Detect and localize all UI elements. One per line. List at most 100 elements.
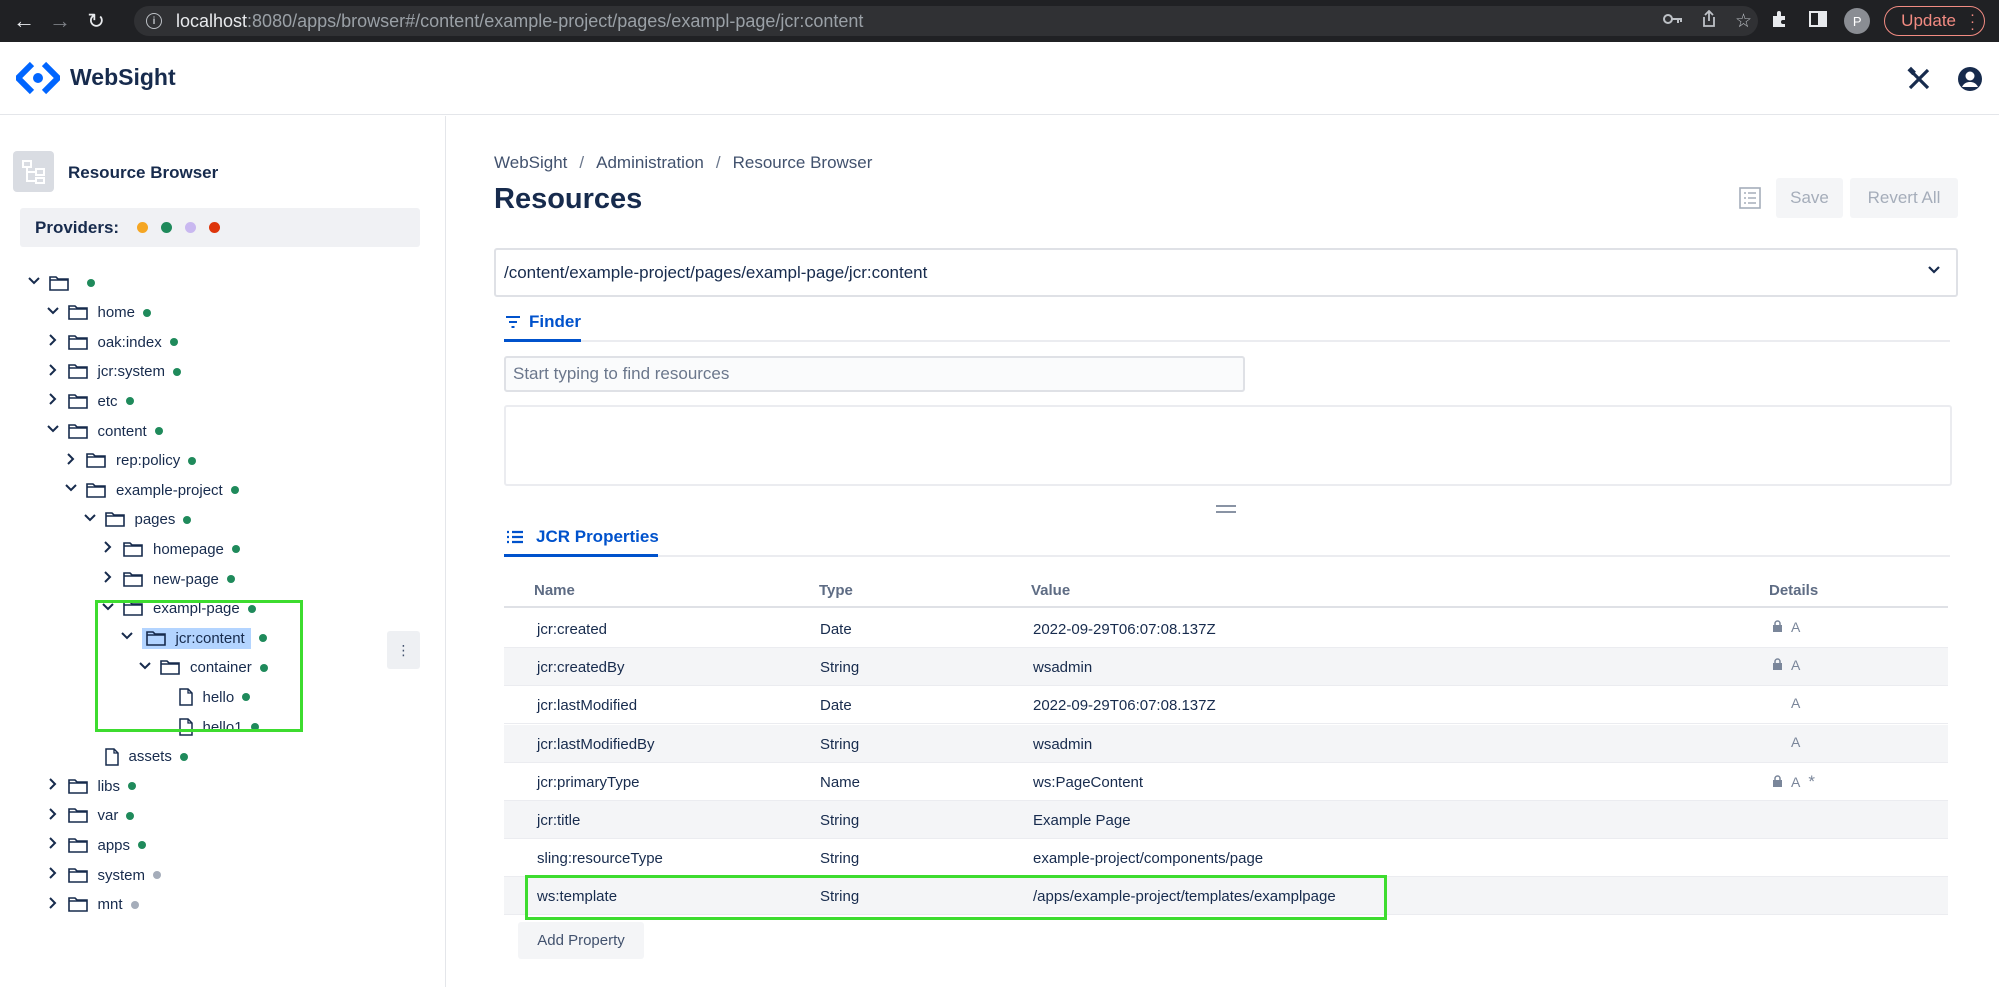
tree-item[interactable]: oak:index xyxy=(44,329,178,355)
save-button[interactable]: Save xyxy=(1776,178,1843,218)
chevron-right-icon[interactable] xyxy=(62,452,80,470)
property-type[interactable]: String xyxy=(820,736,859,753)
property-type[interactable]: String xyxy=(820,812,859,829)
property-name[interactable]: jcr:title xyxy=(537,812,580,829)
tree-item[interactable]: libs xyxy=(44,773,137,799)
table-row[interactable]: sling:resourceType String example-project/… xyxy=(504,839,1948,878)
more-options-button[interactable]: ⋮ xyxy=(387,631,420,669)
property-name[interactable]: jcr:created xyxy=(537,621,607,638)
tree-item[interactable]: mnt xyxy=(44,892,139,918)
chevron-right-icon[interactable] xyxy=(99,540,117,558)
tab-jcr-properties[interactable]: JCR Properties xyxy=(506,527,659,547)
tree-item[interactable]: home xyxy=(44,300,152,326)
tree-item[interactable]: homepage xyxy=(99,536,240,562)
property-name[interactable]: jcr:lastModifiedBy xyxy=(537,736,655,753)
chevron-down-icon[interactable] xyxy=(1926,261,1942,282)
property-type[interactable]: String xyxy=(820,850,859,867)
address-bar[interactable]: i localhost:8080/apps/browser#/content/e… xyxy=(134,6,1758,36)
finder-search-input[interactable]: Start typing to find resources xyxy=(504,356,1245,392)
property-value[interactable]: 2022-09-29T06:07:08.137Z xyxy=(1033,621,1216,638)
property-value[interactable]: wsadmin xyxy=(1033,736,1092,753)
chevron-down-icon[interactable] xyxy=(44,422,62,440)
tree-item[interactable]: example-project xyxy=(62,477,239,503)
chevron-down-icon[interactable] xyxy=(44,304,62,322)
column-header[interactable]: Name xyxy=(534,582,575,599)
profile-avatar[interactable]: P xyxy=(1844,8,1871,34)
revert-all-button[interactable]: Revert All xyxy=(1850,178,1958,218)
account-icon[interactable] xyxy=(1955,64,1985,94)
chevron-right-icon[interactable] xyxy=(99,570,117,588)
tree-item[interactable]: new-page xyxy=(99,566,235,592)
property-value[interactable]: Example Page xyxy=(1033,812,1131,829)
tree-item[interactable]: system xyxy=(44,862,162,888)
reload-icon[interactable]: ↻ xyxy=(78,3,114,39)
property-value[interactable]: example-project/components/page xyxy=(1033,850,1263,867)
tree-item[interactable]: etc xyxy=(44,388,134,414)
tree-item[interactable] xyxy=(25,270,95,296)
property-value[interactable]: wsadmin xyxy=(1033,659,1092,676)
chevron-down-icon[interactable] xyxy=(25,274,43,292)
property-value[interactable]: ws:PageContent xyxy=(1033,774,1143,791)
resize-handle[interactable] xyxy=(1216,505,1236,513)
chevron-right-icon[interactable] xyxy=(44,333,62,351)
update-button[interactable]: Update · · · xyxy=(1884,6,1985,36)
property-name[interactable]: jcr:createdBy xyxy=(537,659,625,676)
url-text[interactable]: localhost:8080/apps/browser#/content/exa… xyxy=(176,11,863,32)
table-row[interactable]: jcr:createdBy String wsadmin A xyxy=(504,648,1948,687)
properties-table-header: Name Type Value Details xyxy=(504,570,1948,608)
chevron-right-icon[interactable] xyxy=(44,836,62,854)
folder-icon xyxy=(67,867,88,883)
property-type[interactable]: Name xyxy=(820,774,860,791)
property-name[interactable]: jcr:lastModified xyxy=(537,697,637,714)
chevron-right-icon[interactable] xyxy=(44,777,62,795)
add-property-button[interactable]: Add Property xyxy=(518,922,644,959)
path-selector[interactable]: /content/example-project/pages/exampl-pa… xyxy=(494,248,1958,297)
property-type[interactable]: Date xyxy=(820,697,852,714)
star-bookmark-icon[interactable]: ☆ xyxy=(1735,10,1752,33)
property-name[interactable]: sling:resourceType xyxy=(537,850,663,867)
tree-item[interactable]: jcr:system xyxy=(44,359,181,385)
extensions-icon[interactable] xyxy=(1768,10,1792,33)
chevron-right-icon[interactable] xyxy=(44,363,62,381)
tab-finder[interactable]: Finder xyxy=(505,312,581,332)
column-header[interactable]: Details xyxy=(1769,582,1818,599)
tree-item[interactable]: var xyxy=(44,803,135,829)
tree-item[interactable]: apps xyxy=(44,832,147,858)
chevron-down-icon[interactable] xyxy=(81,511,99,529)
chevron-right-icon[interactable] xyxy=(44,896,62,914)
chevron-down-icon[interactable] xyxy=(62,481,80,499)
property-value[interactable]: 2022-09-29T06:07:08.137Z xyxy=(1033,697,1216,714)
chevron-right-icon[interactable] xyxy=(44,392,62,410)
side-panel-icon[interactable] xyxy=(1806,10,1830,32)
breadcrumb-item[interactable]: Administration xyxy=(596,153,704,173)
forward-arrow-icon[interactable]: → xyxy=(42,3,78,39)
table-row[interactable]: jcr:title String Example Page xyxy=(504,801,1948,839)
table-row[interactable]: jcr:lastModified Date 2022-09-29T06:07:08.… xyxy=(504,686,1948,725)
chevron-right-icon[interactable] xyxy=(44,866,62,884)
tree-item[interactable]: assets xyxy=(81,744,188,770)
share-icon[interactable] xyxy=(1701,9,1717,33)
provider-dot[interactable] xyxy=(185,222,197,233)
key-icon[interactable] xyxy=(1662,11,1683,31)
column-header[interactable]: Type xyxy=(819,582,853,599)
tree-item[interactable]: rep:policy xyxy=(62,448,197,474)
breadcrumb-item[interactable]: WebSight xyxy=(494,153,567,173)
site-info-icon[interactable]: i xyxy=(146,13,162,29)
property-name[interactable]: jcr:primaryType xyxy=(537,774,640,791)
table-row[interactable]: jcr:lastModifiedBy String wsadmin A xyxy=(504,724,1948,763)
property-type[interactable]: Date xyxy=(820,621,852,638)
chevron-right-icon[interactable] xyxy=(44,807,62,825)
table-row[interactable]: jcr:created Date 2022-09-29T06:07:08.137Z A xyxy=(504,610,1948,648)
back-arrow-icon[interactable]: ← xyxy=(6,3,42,39)
tree-item[interactable]: content xyxy=(44,418,163,444)
tools-icon[interactable] xyxy=(1904,64,1934,94)
tree-item[interactable]: pages xyxy=(81,507,192,533)
provider-dot[interactable] xyxy=(137,222,149,233)
provider-dot[interactable] xyxy=(161,222,173,233)
breadcrumb-item[interactable]: Resource Browser xyxy=(733,153,873,173)
list-view-icon[interactable] xyxy=(1736,184,1764,212)
property-type[interactable]: String xyxy=(820,659,859,676)
table-row[interactable]: jcr:primaryType Name ws:PageContent A * xyxy=(504,763,1948,801)
column-header[interactable]: Value xyxy=(1031,582,1070,599)
provider-dot[interactable] xyxy=(209,222,221,233)
